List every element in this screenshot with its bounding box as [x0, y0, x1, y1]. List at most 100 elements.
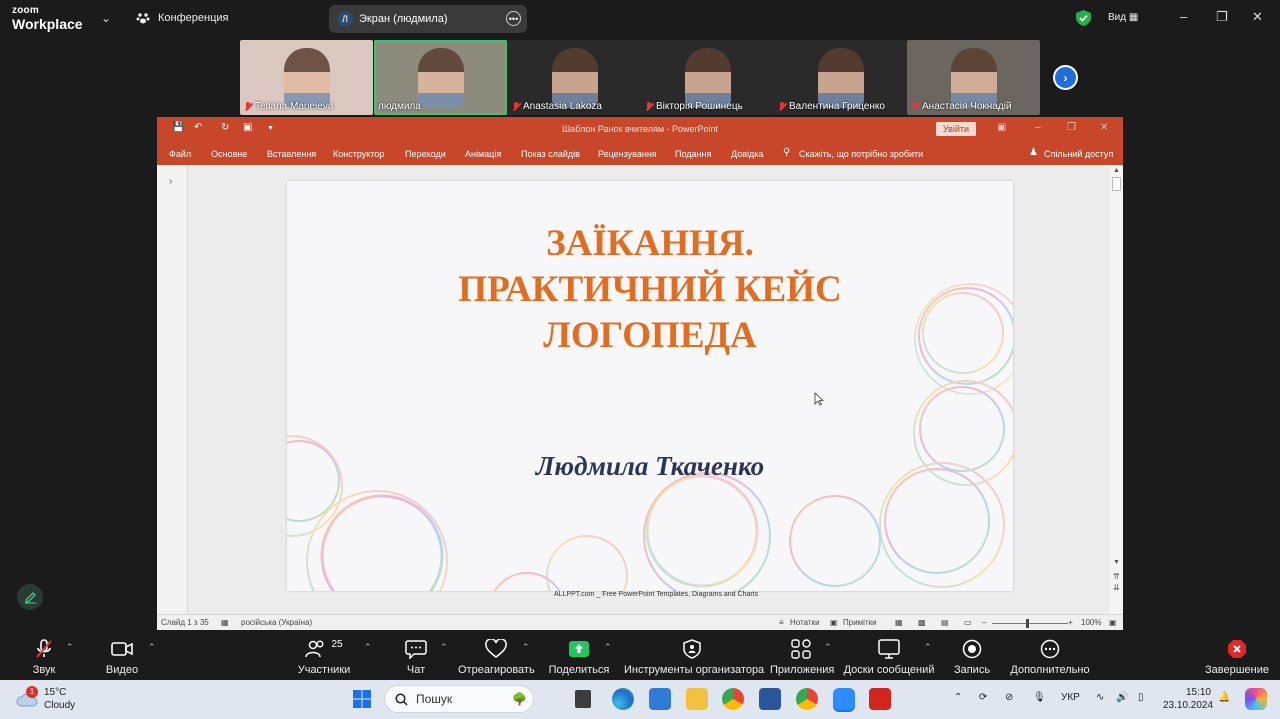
ribbon-display-icon[interactable]: ▣: [997, 122, 1006, 133]
screen-share-pill[interactable]: Л Экран (людмила) •••: [329, 5, 527, 33]
apps-button[interactable]: Приложения: [770, 638, 834, 676]
sign-in-button[interactable]: Увійти: [936, 122, 976, 136]
tab-home[interactable]: Основне: [211, 149, 247, 159]
participant-tile[interactable]: Валентина Гриценко: [774, 40, 907, 115]
record-button[interactable]: Запись: [950, 638, 994, 676]
tab-animations[interactable]: Анімація: [465, 149, 501, 159]
tell-me-input[interactable]: Скажіть, що потрібно зробити: [799, 149, 923, 159]
tab-review[interactable]: Рецензування: [598, 149, 657, 159]
participant-tile[interactable]: людмила: [374, 40, 507, 115]
tab-help[interactable]: Довідка: [731, 149, 763, 159]
file-explorer-icon[interactable]: [686, 688, 708, 710]
restore-icon[interactable]: ❐: [1216, 9, 1228, 25]
slide-canvas[interactable]: ЗАЇКАННЯ. ПРАКТИЧНИЙ КЕЙС ЛОГОПЕДА Людми…: [287, 181, 1013, 591]
word-icon[interactable]: [759, 688, 781, 710]
zoom-out-icon[interactable]: –: [982, 618, 986, 627]
participant-tile[interactable]: Анастасія Чокнадій: [907, 40, 1040, 115]
zoom-in-icon[interactable]: +: [1068, 618, 1073, 627]
input-language[interactable]: УКР: [1061, 692, 1080, 703]
participants-caret-icon[interactable]: ⌃: [364, 642, 372, 653]
react-caret-icon[interactable]: ⌃: [522, 642, 530, 653]
microsoft-store-icon[interactable]: [649, 688, 671, 710]
video-options-caret-icon[interactable]: ⌃: [148, 642, 156, 653]
participant-tile[interactable]: Anastasia Lakoza: [508, 40, 641, 115]
slideshow-icon[interactable]: ▭: [964, 618, 972, 627]
video-button[interactable]: Видео: [100, 638, 144, 676]
audio-options-caret-icon[interactable]: ⌃: [66, 642, 74, 653]
expand-thumbnails-icon[interactable]: ›: [169, 176, 172, 187]
battery-icon[interactable]: ▯: [1138, 692, 1144, 703]
zoom-app-icon[interactable]: [833, 688, 855, 710]
view-button[interactable]: Вид ▦: [1108, 12, 1138, 23]
restore-icon[interactable]: ❐: [1067, 122, 1076, 133]
weather-widget[interactable]: 1 15°C Cloudy: [16, 686, 75, 712]
zoom-slider[interactable]: [992, 623, 1068, 624]
share-screen-button[interactable]: Поделиться: [548, 638, 610, 676]
host-tools-button[interactable]: Инструменты организатора: [624, 638, 764, 676]
next-page-button[interactable]: ›: [1053, 65, 1078, 90]
participant-tile[interactable]: Tetiana Marieieva: [240, 40, 373, 115]
zoom-slider-thumb[interactable]: [1026, 619, 1029, 628]
zoom-level[interactable]: 100%: [1081, 618, 1101, 627]
more-options-icon[interactable]: •••: [506, 11, 521, 26]
edge-browser-icon[interactable]: [612, 688, 634, 710]
security-shield-icon[interactable]: [1076, 10, 1091, 26]
tab-design[interactable]: Конструктор: [333, 149, 384, 159]
language-indicator[interactable]: російська (Україна): [241, 618, 312, 627]
volume-icon[interactable]: 🔊: [1116, 692, 1128, 703]
chrome-icon[interactable]: [722, 688, 744, 710]
tab-file[interactable]: Файл: [169, 149, 191, 159]
spellcheck-icon[interactable]: ▦: [221, 618, 229, 627]
prev-slide-icon[interactable]: ⇈: [1113, 572, 1120, 581]
whiteboards-button[interactable]: Доски сообщений: [842, 638, 936, 676]
meeting-info-button[interactable]: Конференция: [136, 11, 228, 25]
next-slide-icon[interactable]: ⇊: [1113, 583, 1120, 592]
fit-slide-icon[interactable]: ▣: [1109, 618, 1117, 627]
slide-sorter-icon[interactable]: ▩: [918, 618, 926, 627]
reading-view-icon[interactable]: ▤: [941, 618, 949, 627]
microphone-icon[interactable]: 🎙: [1033, 692, 1046, 703]
chevron-down-icon[interactable]: ⌄: [101, 11, 111, 25]
minimize-icon[interactable]: –: [1035, 122, 1041, 133]
vertical-scrollbar[interactable]: ▲ ▼ ⇈ ⇊: [1110, 165, 1123, 614]
chrome-profile-icon[interactable]: [796, 688, 818, 710]
scroll-up-icon[interactable]: ▲: [1113, 167, 1120, 174]
tab-insert[interactable]: Вставлення: [267, 149, 316, 159]
comments-button[interactable]: Примітки: [843, 618, 877, 627]
normal-view-icon[interactable]: ▦: [895, 618, 903, 627]
notes-button[interactable]: Нотатки: [790, 618, 820, 627]
taskbar-clock[interactable]: 15:10 23.10.2024: [1163, 686, 1213, 712]
notifications-bell-icon[interactable]: 🔔: [1218, 692, 1230, 703]
participants-button[interactable]: 25 Участники: [296, 638, 352, 677]
tab-view[interactable]: Подання: [675, 149, 711, 159]
zoom-logo[interactable]: zoom Workplace: [12, 6, 83, 32]
sync-icon[interactable]: ⟳: [979, 692, 987, 703]
participant-tile[interactable]: Вікторія Рошинець: [641, 40, 774, 115]
scrollbar-thumb[interactable]: [1112, 177, 1121, 191]
scroll-down-icon[interactable]: ▼: [1113, 559, 1120, 566]
chat-caret-icon[interactable]: ⌃: [440, 642, 448, 653]
task-view-icon[interactable]: [575, 690, 591, 708]
more-button[interactable]: Дополнительно: [1010, 638, 1090, 676]
acrobat-icon[interactable]: [869, 688, 891, 710]
minimize-icon[interactable]: –: [1180, 9, 1187, 24]
network-off-icon[interactable]: ⊘: [1005, 692, 1013, 703]
copilot-icon[interactable]: [1245, 688, 1267, 710]
chat-button[interactable]: Чат: [398, 638, 434, 676]
show-hidden-icons-icon[interactable]: ⌃: [954, 692, 962, 703]
end-meeting-button[interactable]: Завершение: [1204, 638, 1270, 676]
tab-transitions[interactable]: Переходи: [405, 149, 446, 159]
apps-caret-icon[interactable]: ⌃: [824, 642, 832, 653]
tab-slideshow[interactable]: Показ слайдів: [521, 149, 580, 159]
share-label: Поделиться: [548, 664, 610, 676]
audio-button[interactable]: Звук: [22, 638, 66, 676]
close-icon[interactable]: ✕: [1100, 122, 1108, 133]
wifi-icon[interactable]: ∿: [1096, 692, 1104, 703]
taskbar-search-input[interactable]: Пошук 🌳: [384, 685, 534, 713]
share-caret-icon[interactable]: ⌃: [604, 642, 612, 653]
whiteboards-caret-icon[interactable]: ⌃: [924, 642, 932, 653]
annotate-button[interactable]: [17, 584, 43, 610]
close-icon[interactable]: ✕: [1252, 9, 1263, 25]
share-button[interactable]: Спільний доступ: [1044, 149, 1113, 159]
windows-start-icon[interactable]: [351, 688, 373, 710]
